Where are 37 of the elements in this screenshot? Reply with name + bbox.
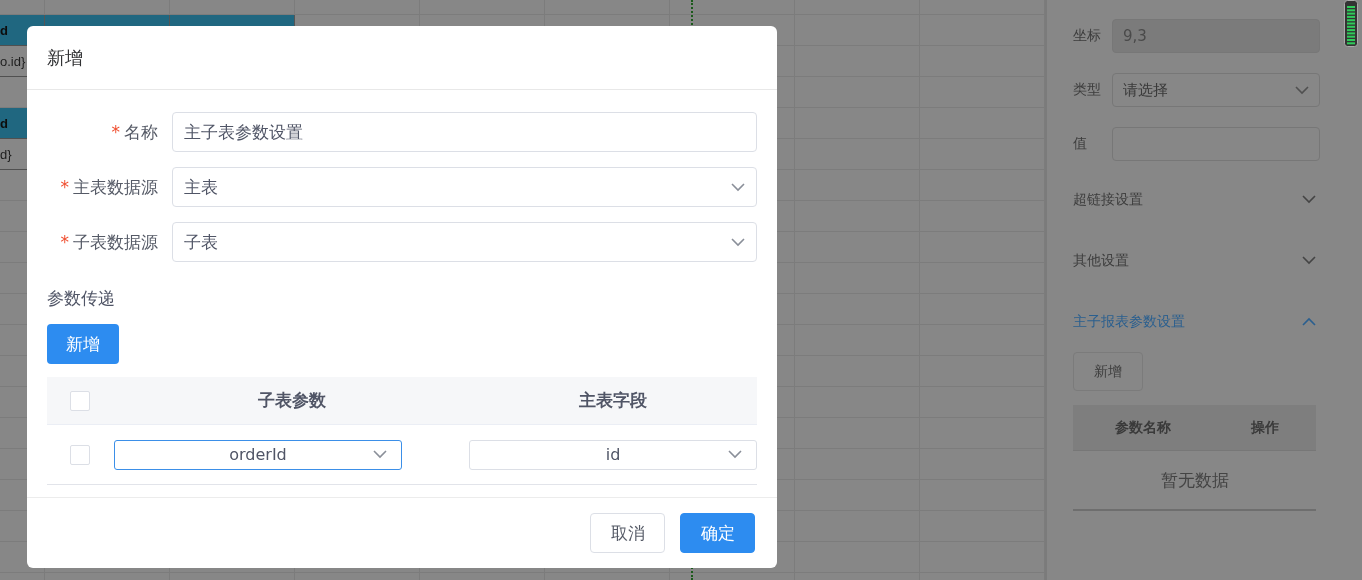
field-label: 类型 — [1073, 81, 1102, 99]
dialog-title: 新增 — [47, 45, 83, 70]
select-field[interactable]: 主表 — [172, 167, 757, 207]
signal-bars-icon — [1344, 0, 1358, 47]
checkbox[interactable] — [70, 390, 90, 411]
section-header[interactable]: 主子报表参数设置 — [1073, 312, 1185, 331]
field-label: * 子表数据源 — [59, 230, 159, 254]
select-field[interactable]: id — [469, 439, 757, 470]
column-header: 参数名称 — [1114, 418, 1172, 437]
section-header[interactable]: 超链接设置 — [1073, 190, 1143, 209]
caret-icon — [1302, 317, 1316, 326]
caret-icon — [728, 449, 742, 459]
field-label: * 名称 — [110, 120, 159, 144]
field-label: 值 — [1073, 135, 1088, 153]
caret-icon — [1295, 85, 1309, 95]
column-header: 子表参数 — [256, 389, 327, 412]
caret-icon — [373, 449, 387, 459]
caret-icon — [731, 237, 745, 247]
confirm-button[interactable]: 确定 — [680, 513, 755, 553]
select-field[interactable]: 子表 — [172, 222, 757, 262]
column-header: 主表字段 — [578, 389, 648, 412]
caret-icon — [1302, 195, 1316, 204]
input-field[interactable]: 主子表参数设置 — [172, 112, 757, 152]
field-label: 坐标 — [1073, 27, 1102, 45]
empty-text: 暂无数据 — [1073, 451, 1316, 511]
caret-icon — [731, 182, 745, 192]
add-button[interactable]: 新增 — [1073, 352, 1143, 391]
section-header[interactable]: 其他设置 — [1073, 251, 1129, 270]
field-label: * 主表数据源 — [59, 175, 159, 199]
select-field[interactable]: orderId — [114, 439, 402, 470]
add-button[interactable]: 新增 — [47, 324, 119, 364]
select-field[interactable]: 请选择 — [1112, 73, 1320, 107]
checkbox[interactable] — [70, 444, 90, 465]
cancel-button[interactable]: 取消 — [590, 513, 665, 553]
column-header: 操作 — [1249, 418, 1280, 437]
section-label: 参数传递 — [47, 287, 116, 310]
caret-icon — [1302, 256, 1316, 265]
